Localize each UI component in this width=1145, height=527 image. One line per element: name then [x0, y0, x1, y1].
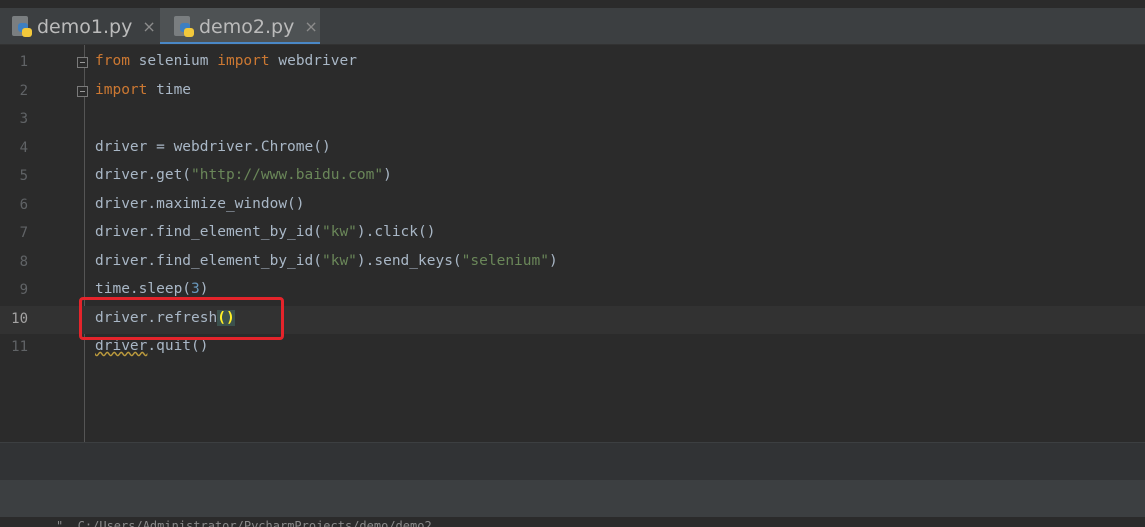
code-token: "kw": [321, 252, 357, 269]
code-token: .quit(): [147, 338, 209, 354]
fold-marker-icon[interactable]: [77, 85, 88, 97]
line-number: 2: [19, 82, 28, 99]
code-token: time: [147, 81, 192, 98]
line-number: 8: [19, 253, 28, 270]
code-line[interactable]: 4 driver = webdriver.Chrome(): [0, 135, 1145, 164]
editor-tab-bar: demo1.py × demo2.py ×: [0, 0, 1145, 46]
code-token: driver: [95, 338, 148, 354]
console-path-text: " C:/Users/Administrator/PycharmProjects…: [56, 519, 432, 527]
code-text: driver.find_element_by_id("kw").click(): [95, 224, 435, 240]
code-token: "selenium": [461, 252, 549, 269]
code-token: from: [95, 53, 130, 69]
code-token: ): [199, 281, 209, 297]
code-text: driver.get("http://www.baidu.com"): [95, 167, 392, 183]
tool-window-header: [0, 480, 1145, 517]
code-token: 3: [191, 281, 200, 297]
code-line[interactable]: 5 driver.get("http://www.baidu.com"): [0, 163, 1145, 192]
line-number: 10: [11, 310, 28, 327]
code-text: import time: [95, 82, 191, 98]
code-token: ).click(): [356, 224, 436, 240]
code-text: driver.find_element_by_id("kw").send_key…: [95, 253, 558, 269]
code-line[interactable]: 7 driver.find_element_by_id("kw").click(): [0, 220, 1145, 249]
code-token: "kw": [321, 224, 357, 240]
code-token: driver.find_element_by_id(: [95, 252, 322, 269]
line-number: 11: [11, 339, 28, 355]
code-line[interactable]: 8 driver.find_element_by_id("kw").send_ke…: [0, 249, 1145, 278]
code-token: "http://www.baidu.com": [191, 167, 384, 183]
code-token: webdriver: [269, 53, 357, 69]
line-number: 5: [19, 168, 28, 184]
line-number: 7: [19, 225, 28, 241]
code-text: from selenium import webdriver: [95, 53, 357, 69]
code-token: import: [217, 53, 270, 69]
tab-label: demo1.py: [37, 15, 133, 38]
fold-marker-icon[interactable]: [77, 57, 88, 68]
code-token: driver = webdriver.Chrome(): [95, 138, 331, 155]
code-token: selenium: [129, 53, 218, 69]
line-number: 6: [19, 196, 28, 213]
code-line[interactable]: 2 import time: [0, 78, 1145, 107]
editor-bottom-panel: [0, 442, 1145, 481]
python-file-icon: [174, 15, 194, 38]
line-number: 3: [19, 111, 28, 127]
code-editor[interactable]: 1 from selenium import webdriver 2 import t…: [0, 45, 1145, 442]
code-token: driver.get(: [95, 167, 192, 183]
code-token: driver.find_element_by_id(: [95, 224, 322, 240]
code-line[interactable]: 1 from selenium import webdriver: [0, 49, 1145, 78]
tab-demo1[interactable]: demo1.py ×: [12, 8, 160, 45]
python-file-icon: [12, 15, 32, 38]
line-number: 4: [19, 139, 28, 156]
code-token: ): [383, 167, 392, 183]
close-icon[interactable]: ×: [304, 17, 317, 36]
code-token: time.sleep(: [95, 281, 192, 297]
close-icon[interactable]: ×: [142, 17, 155, 36]
code-token: ): [548, 252, 558, 269]
code-token: driver.maximize_window(): [95, 195, 305, 212]
annotation-highlight-box: [79, 297, 284, 340]
code-line[interactable]: 3: [0, 106, 1145, 135]
code-text: driver.quit(): [95, 338, 209, 354]
code-token: import: [95, 81, 148, 98]
tab-demo2[interactable]: demo2.py ×: [160, 8, 320, 46]
code-text: time.sleep(3): [95, 281, 209, 297]
tab-label: demo2.py: [199, 15, 295, 38]
line-number: 9: [19, 282, 28, 298]
code-line[interactable]: 6 driver.maximize_window(): [0, 192, 1145, 221]
code-token: ).send_keys(: [356, 252, 462, 269]
code-text: driver.maximize_window(): [95, 196, 305, 212]
line-number: 1: [19, 54, 28, 70]
code-text: driver = webdriver.Chrome(): [95, 139, 331, 155]
run-console: " C:/Users/Administrator/PycharmProjects…: [0, 517, 1145, 527]
